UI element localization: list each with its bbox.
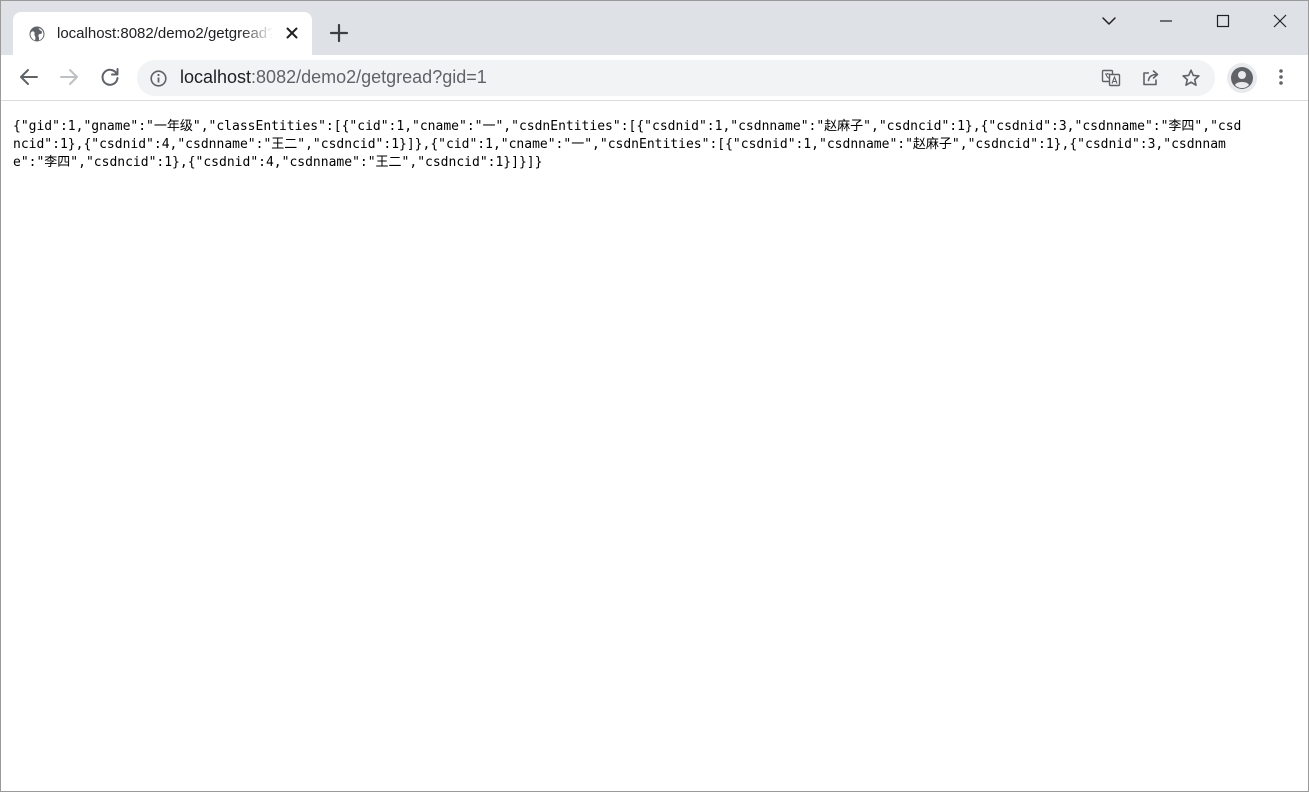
share-icon[interactable] [1141,68,1161,88]
url-path: :8082/demo2/getgread?gid=1 [251,67,487,87]
tab-active[interactable]: localhost:8082/demo2/getgread?gid=1 [13,12,312,55]
person-icon [1227,63,1257,93]
close-icon[interactable] [1268,9,1292,33]
address-url[interactable]: localhost:8082/demo2/getgread?gid=1 [180,67,487,88]
minimize-icon[interactable] [1154,9,1178,33]
star-icon[interactable] [1181,68,1201,88]
kebab-menu-icon[interactable] [1271,67,1291,87]
maximize-icon[interactable] [1211,9,1235,33]
browser-window: localhost:8082/demo2/getgread?gid=1 [0,0,1309,792]
translate-icon[interactable] [1101,68,1121,88]
globe-icon [29,26,45,42]
tab-title: localhost:8082/demo2/getgread?gid=1 [57,25,273,42]
plus-icon[interactable] [327,21,351,45]
browser-toolbar: localhost:8082/demo2/getgread?gid=1 [1,55,1308,101]
chevron-down-icon[interactable] [1097,9,1121,33]
reload-icon[interactable] [98,65,122,89]
info-icon[interactable] [150,70,167,87]
tab-close-icon[interactable] [283,24,301,42]
arrow-left-icon[interactable] [17,65,41,89]
page-content: {"gid":1,"gname":"一年级","classEntities":[… [2,102,1307,791]
tab-strip: localhost:8082/demo2/getgread?gid=1 [1,1,1308,55]
arrow-right-icon[interactable] [57,65,81,89]
address-bar[interactable]: localhost:8082/demo2/getgread?gid=1 [137,60,1215,96]
profile-button[interactable] [1227,63,1257,93]
json-response-text: {"gid":1,"gname":"一年级","classEntities":[… [13,119,1242,170]
url-host: localhost [180,67,252,87]
